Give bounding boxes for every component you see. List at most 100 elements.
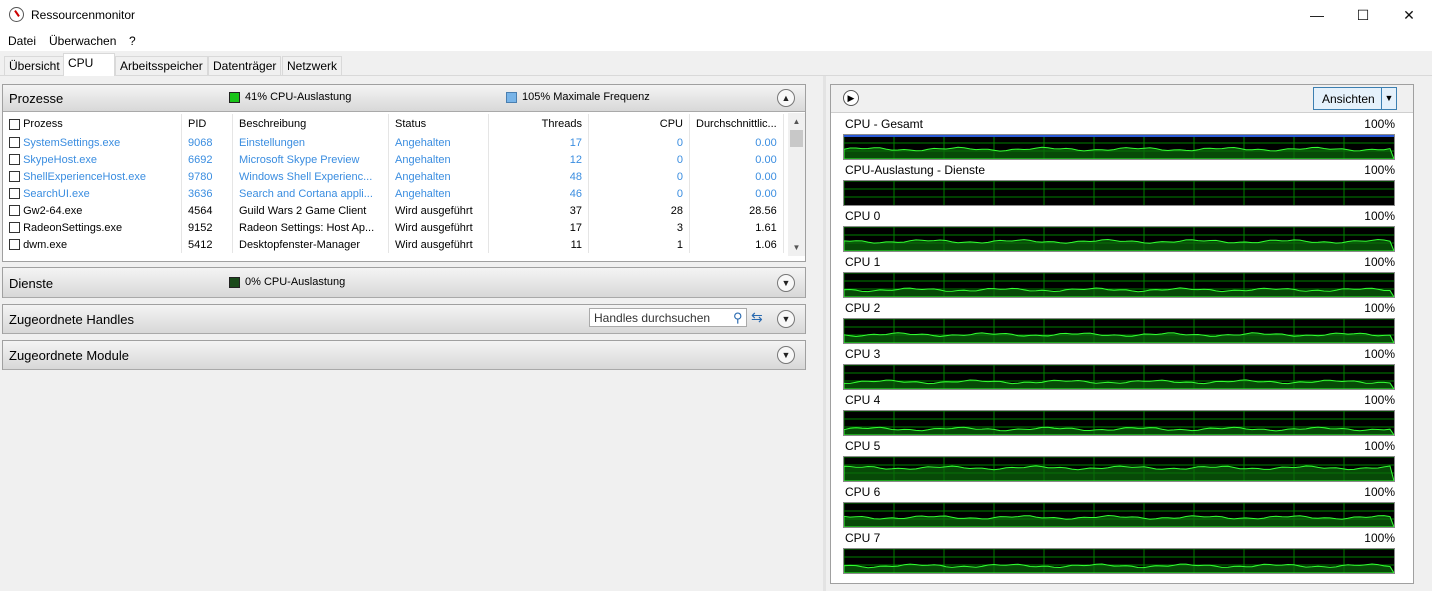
tab-uebersicht[interactable]: Übersicht [4, 56, 65, 75]
col-pid[interactable]: PID [181, 114, 233, 134]
cpu-graph: CPU 4 100% [843, 393, 1395, 439]
tab-cpu[interactable]: CPU [63, 53, 115, 76]
processes-header[interactable]: Prozesse 41% CPU-Auslastung 105% Maximal… [3, 85, 805, 112]
scroll-up-icon[interactable]: ▲ [788, 113, 805, 130]
graph-panel-header: ▶ Ansichten ▼ [831, 85, 1413, 113]
graph-plot [843, 318, 1395, 344]
process-status: Wird ausgeführt [388, 202, 489, 219]
menu-datei[interactable]: Datei [8, 34, 36, 48]
panel-splitter[interactable] [823, 76, 826, 591]
table-row[interactable]: SearchUI.exe 3636 Search and Cortana appli… [3, 185, 784, 202]
process-status: Angehalten [388, 151, 489, 168]
expand-chevron-down-icon[interactable]: ▼ [777, 346, 795, 364]
collapse-chevron-up-icon[interactable]: ▲ [777, 89, 795, 107]
handles-header[interactable]: Zugeordnete Handles Handles durchsuchen … [3, 305, 805, 334]
cpu-graph: CPU 6 100% [843, 485, 1395, 531]
graph-title: CPU 2 [845, 301, 881, 315]
process-pid: 6692 [181, 151, 233, 168]
process-checkbox[interactable] [9, 239, 20, 251]
process-table-header: Prozess PID Beschreibung Status Threads … [3, 114, 784, 134]
graph-max-label: 100% [1364, 163, 1395, 177]
process-scrollbar[interactable]: ▲ ▼ [788, 113, 805, 256]
expand-chevron-down-icon[interactable]: ▼ [777, 310, 795, 328]
process-cpu: 0 [588, 185, 690, 202]
expand-chevron-down-icon[interactable]: ▼ [777, 274, 795, 292]
process-pid: 5412 [181, 236, 233, 253]
graph-max-label: 100% [1364, 393, 1395, 407]
handles-search-input[interactable]: Handles durchsuchen [589, 308, 747, 327]
table-row[interactable]: SkypeHost.exe 6692 Microsoft Skype Preview… [3, 151, 784, 168]
graph-title: CPU 3 [845, 347, 881, 361]
process-checkbox[interactable] [9, 205, 20, 217]
process-threads: 12 [488, 151, 589, 168]
process-cpu: 0 [588, 168, 690, 185]
tab-datentraeger[interactable]: Datenträger [208, 56, 282, 75]
graph-plot [843, 272, 1395, 298]
process-pid: 9068 [181, 134, 233, 151]
table-row[interactable]: SystemSettings.exe 9068 Einstellungen Angeh… [3, 134, 784, 151]
processes-section: Prozesse 41% CPU-Auslastung 105% Maximal… [2, 84, 806, 262]
services-header[interactable]: Dienste 0% CPU-Auslastung ▼ [3, 268, 805, 298]
scroll-down-icon[interactable]: ▼ [788, 239, 805, 256]
select-all-checkbox[interactable] [9, 118, 20, 130]
tab-netzwerk[interactable]: Netzwerk [282, 56, 343, 75]
process-pid: 3636 [181, 185, 233, 202]
col-cpu[interactable]: CPU [588, 114, 690, 134]
scroll-thumb[interactable] [790, 130, 803, 147]
graph-max-label: 100% [1364, 531, 1395, 545]
cpu-graph: CPU - Gesamt 100% [843, 117, 1395, 163]
menu-help[interactable]: ? [129, 34, 136, 48]
process-table: Prozess PID Beschreibung Status Threads … [3, 114, 784, 253]
maximize-button[interactable]: ☐ [1340, 0, 1386, 31]
process-description: Radeon Settings: Host Ap... [232, 219, 389, 236]
table-row[interactable]: ShellExperienceHost.exe 9780 Windows Shell… [3, 168, 784, 185]
window-title: Ressourcenmonitor [31, 8, 136, 22]
process-threads: 37 [488, 202, 589, 219]
chevron-right-icon[interactable]: ▶ [843, 90, 859, 106]
graph-plot [843, 502, 1395, 528]
menu-ueberwachen[interactable]: Überwachen [49, 34, 116, 48]
process-threads: 17 [488, 219, 589, 236]
process-status: Angehalten [388, 134, 489, 151]
graph-max-label: 100% [1364, 255, 1395, 269]
process-checkbox[interactable] [9, 188, 20, 200]
max-frequency-label: 105% Maximale Frequenz [522, 91, 650, 103]
tab-bar: Übersicht CPU Arbeitsspeicher Datenträge… [0, 51, 1432, 76]
process-threads: 46 [488, 185, 589, 202]
search-icon[interactable]: ⚲ [733, 310, 743, 326]
dropdown-arrow-icon[interactable]: ▼ [1381, 88, 1396, 109]
handles-title: Zugeordnete Handles [9, 312, 135, 327]
close-button[interactable]: ✕ [1386, 0, 1432, 31]
table-row[interactable]: dwm.exe 5412 Desktopfenster-Manager Wird au… [3, 236, 784, 253]
graph-max-label: 100% [1364, 485, 1395, 499]
graph-plot [843, 456, 1395, 482]
process-avg-cpu: 0.00 [689, 185, 784, 202]
process-checkbox[interactable] [9, 171, 20, 183]
table-row[interactable]: RadeonSettings.exe 9152 Radeon Settings: H… [3, 219, 784, 236]
minimize-button[interactable]: — [1294, 0, 1340, 31]
tab-arbeitsspeicher[interactable]: Arbeitsspeicher [115, 56, 208, 75]
refresh-icon[interactable]: ⇆ [751, 309, 763, 326]
graph-plot [843, 226, 1395, 252]
col-beschreibung[interactable]: Beschreibung [232, 114, 389, 134]
col-average[interactable]: Durchschnittlic... [689, 114, 784, 134]
process-threads: 48 [488, 168, 589, 185]
col-status[interactable]: Status [388, 114, 489, 134]
process-avg-cpu: 0.00 [689, 168, 784, 185]
modules-header[interactable]: Zugeordnete Module ▼ [3, 341, 805, 370]
process-avg-cpu: 0.00 [689, 151, 784, 168]
views-button[interactable]: Ansichten ▼ [1313, 87, 1397, 110]
process-pid: 9780 [181, 168, 233, 185]
col-threads[interactable]: Threads [488, 114, 589, 134]
menu-bar: Datei Überwachen ? [0, 31, 1432, 51]
process-status: Angehalten [388, 168, 489, 185]
process-checkbox[interactable] [9, 137, 20, 149]
cpu-graph: CPU 5 100% [843, 439, 1395, 485]
process-checkbox[interactable] [9, 154, 20, 166]
col-prozess[interactable]: Prozess [3, 114, 182, 134]
graph-plot [843, 410, 1395, 436]
process-status: Angehalten [388, 185, 489, 202]
table-row[interactable]: Gw2-64.exe 4564 Guild Wars 2 Game Client Wi… [3, 202, 784, 219]
max-frequency-meter [506, 92, 517, 103]
process-checkbox[interactable] [9, 222, 20, 234]
